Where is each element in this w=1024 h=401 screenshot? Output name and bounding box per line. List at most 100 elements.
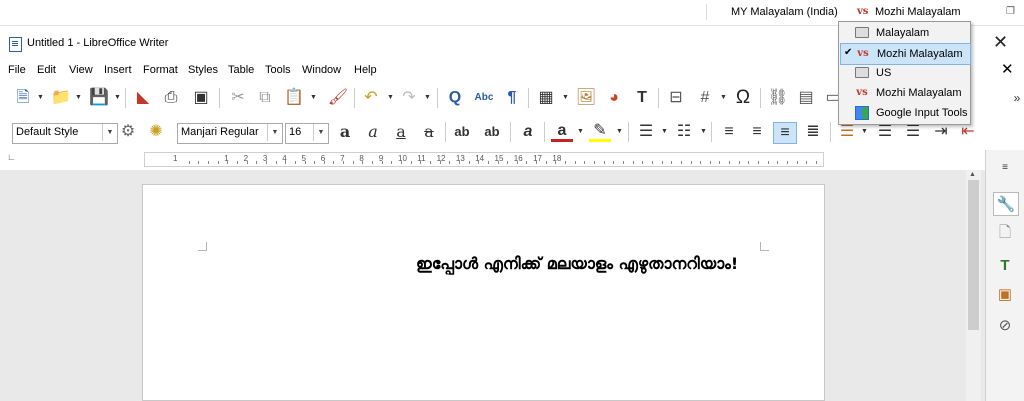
properties-icon[interactable]: 🔧: [993, 192, 1019, 216]
menu-window[interactable]: Window: [302, 64, 341, 76]
redo-dropdown-icon[interactable]: ▼: [424, 94, 431, 101]
insert-image-icon[interactable]: 🖼: [575, 88, 597, 108]
insert-footnote-icon[interactable]: ▤: [795, 88, 817, 108]
clear-formatting-icon[interactable]: a: [517, 122, 539, 142]
insert-field-icon[interactable]: #: [694, 88, 716, 108]
paragraph-style-combo[interactable]: Default Style ▼: [12, 123, 118, 144]
sidebar-menu-icon[interactable]: ≡: [993, 156, 1017, 178]
numbered-list-icon[interactable]: ☷: [673, 122, 695, 142]
save-icon[interactable]: 💾: [88, 88, 110, 108]
language-menu-item[interactable]: Google Input Tools: [840, 103, 969, 123]
insert-page-break-icon[interactable]: ⊟: [665, 88, 687, 108]
align-center-icon[interactable]: ≡: [746, 122, 768, 142]
align-left-icon[interactable]: ≡: [718, 122, 740, 142]
menu-format[interactable]: Format: [143, 64, 178, 76]
decrease-indent-icon[interactable]: ⇤: [957, 122, 979, 142]
decrease-paragraph-spacing-icon[interactable]: ☰: [902, 122, 924, 142]
spelling-icon[interactable]: Abc: [473, 88, 495, 108]
window-close-button[interactable]: ✕: [993, 32, 1008, 53]
ime-indicator[interactable]: vs Mozhi Malayalam: [857, 6, 961, 18]
page-icon[interactable]: 🗋: [993, 223, 1017, 245]
styles-icon[interactable]: T: [993, 254, 1017, 276]
vertical-scrollbar[interactable]: ▲: [966, 170, 981, 401]
bullets-dropdown-icon[interactable]: ▼: [661, 128, 668, 135]
language-menu-item[interactable]: Malayalam: [840, 23, 969, 43]
document-page[interactable]: [142, 184, 825, 401]
language-menu-item[interactable]: vs Mozhi Malayalam: [840, 83, 969, 103]
formatting-marks-icon[interactable]: ¶: [501, 88, 523, 108]
paste-icon[interactable]: 📋: [283, 88, 305, 108]
document-close-button[interactable]: ✕: [1001, 60, 1014, 78]
table-dropdown-icon[interactable]: ▼: [562, 94, 569, 101]
highlight-color-icon[interactable]: ✎: [589, 122, 611, 142]
new-dropdown-icon[interactable]: ▼: [37, 94, 44, 101]
justify-icon[interactable]: ≣: [802, 122, 824, 142]
language-menu-item[interactable]: US: [840, 63, 969, 83]
language-menu-item-selected[interactable]: ✔ vs Mozhi Malayalam: [840, 43, 971, 65]
insert-text-box-icon[interactable]: T: [631, 88, 653, 108]
menu-table[interactable]: Table: [228, 64, 254, 76]
input-language-indicator[interactable]: MY Malayalam (India): [731, 6, 838, 18]
horizontal-ruler[interactable]: 1 1 2 3 4 5 6 7 8 9 10 11 12 13 14 15 16 17 18: [144, 152, 824, 167]
superscript-icon[interactable]: ab: [451, 122, 473, 142]
paste-dropdown-icon[interactable]: ▼: [310, 94, 317, 101]
strikethrough-icon[interactable]: a: [418, 122, 440, 142]
copy-icon[interactable]: ⧉: [254, 88, 276, 108]
line-spacing-dropdown-icon[interactable]: ▼: [861, 128, 868, 135]
clone-formatting-icon[interactable]: 🖌: [327, 88, 349, 108]
increase-indent-icon[interactable]: ⇥: [930, 122, 952, 142]
undo-icon[interactable]: ↶: [360, 88, 382, 108]
increase-paragraph-spacing-icon[interactable]: ☰: [874, 122, 896, 142]
save-dropdown-icon[interactable]: ▼: [114, 94, 121, 101]
taskbar-restore-icon[interactable]: ❐: [1006, 6, 1015, 17]
open-dropdown-icon[interactable]: ▼: [75, 94, 82, 101]
chevron-down-icon[interactable]: ▼: [267, 124, 282, 141]
gallery-icon[interactable]: ▣: [993, 283, 1017, 305]
insert-table-icon[interactable]: ▦: [535, 88, 557, 108]
bulleted-list-icon[interactable]: ☰: [635, 122, 657, 142]
special-character-icon[interactable]: Ω: [732, 88, 754, 108]
new-style-icon[interactable]: ✺: [145, 122, 167, 142]
print-preview-icon[interactable]: ▣: [190, 88, 212, 108]
menu-file[interactable]: File: [8, 64, 26, 76]
navigator-icon[interactable]: ⊘: [993, 314, 1017, 336]
redo-icon[interactable]: ↷: [398, 88, 420, 108]
align-right-icon[interactable]: ≡: [773, 122, 797, 144]
export-pdf-icon[interactable]: ◣: [132, 88, 154, 108]
insert-chart-icon[interactable]: ◕: [603, 88, 625, 108]
undo-dropdown-icon[interactable]: ▼: [387, 94, 394, 101]
document-text[interactable]: ഇപ്പോൾ എനിക്ക് മലയാളം എഴുതാനറിയാം!: [416, 254, 738, 274]
font-size-combo[interactable]: 16 ▼: [285, 123, 329, 144]
italic-icon[interactable]: a: [362, 122, 384, 142]
tab-stop-selector[interactable]: ∟: [7, 152, 16, 162]
find-replace-icon[interactable]: Q: [444, 88, 466, 108]
menu-view[interactable]: View: [69, 64, 93, 76]
ruler-tick: [217, 161, 219, 164]
print-icon[interactable]: ⎙: [160, 88, 182, 108]
update-style-icon[interactable]: ⚙: [117, 122, 139, 142]
open-folder-icon[interactable]: 📁: [50, 88, 72, 108]
underline-icon[interactable]: a: [390, 122, 412, 142]
field-dropdown-icon[interactable]: ▼: [720, 94, 727, 101]
font-color-dropdown-icon[interactable]: ▼: [577, 128, 584, 135]
toolbar-overflow-icon[interactable]: »: [1006, 88, 1024, 108]
font-color-icon[interactable]: a: [551, 122, 573, 142]
menu-styles[interactable]: Styles: [188, 64, 218, 76]
numbering-dropdown-icon[interactable]: ▼: [700, 128, 707, 135]
chevron-down-icon[interactable]: ▼: [102, 124, 117, 141]
font-name-combo[interactable]: Manjari Regular ▼: [177, 123, 283, 144]
scroll-up-icon[interactable]: ▲: [969, 171, 976, 178]
menu-insert[interactable]: Insert: [104, 64, 132, 76]
cut-icon[interactable]: ✂: [227, 88, 249, 108]
line-spacing-icon[interactable]: ☰: [836, 122, 858, 142]
insert-hyperlink-icon[interactable]: ⛓: [767, 88, 789, 108]
highlight-dropdown-icon[interactable]: ▼: [616, 128, 623, 135]
menu-edit[interactable]: Edit: [37, 64, 56, 76]
new-document-icon[interactable]: 🗎: [12, 88, 34, 108]
chevron-down-icon[interactable]: ▼: [313, 124, 328, 141]
bold-icon[interactable]: a: [334, 122, 356, 142]
menu-tools[interactable]: Tools: [265, 64, 291, 76]
menu-help[interactable]: Help: [354, 64, 377, 76]
subscript-icon[interactable]: ab: [481, 122, 503, 142]
scrollbar-thumb[interactable]: [968, 180, 979, 330]
